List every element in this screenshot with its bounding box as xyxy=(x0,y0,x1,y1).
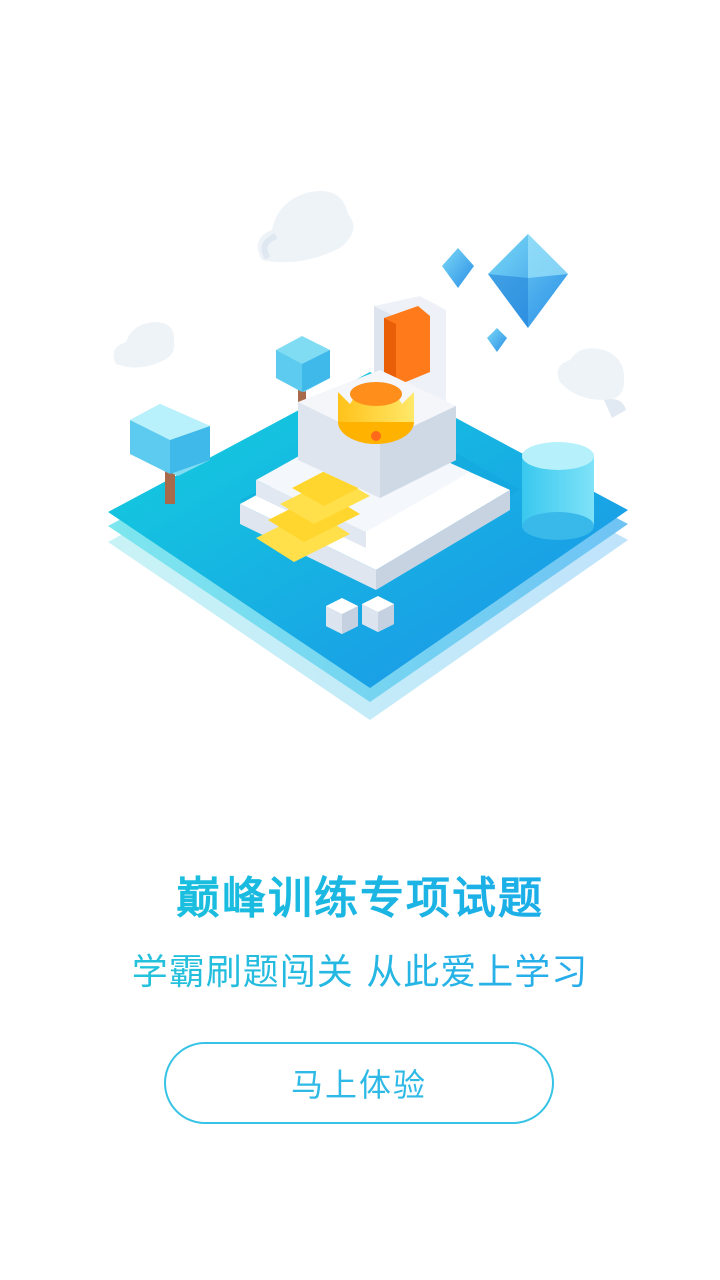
onboarding-screen: 巅峰训练专项试题 学霸刷题闯关 从此爱上学习 马上体验 xyxy=(0,0,720,1280)
diamond-icon xyxy=(488,234,568,328)
cloud-icon xyxy=(257,190,354,263)
cloud-icon xyxy=(557,348,626,418)
diamond-icon xyxy=(487,328,507,352)
intro-subline: 学霸刷题闯关 从此爱上学习 xyxy=(0,943,720,995)
cloud-icon xyxy=(113,322,175,368)
isometric-illustration xyxy=(108,190,628,720)
intro-headline: 巅峰训练专项试题 xyxy=(0,862,720,926)
try-now-label: 马上体验 xyxy=(290,1066,427,1104)
try-now-button[interactable]: 马上体验 xyxy=(164,1042,554,1124)
data-cylinder xyxy=(522,442,594,540)
diamond-icon xyxy=(442,248,474,288)
